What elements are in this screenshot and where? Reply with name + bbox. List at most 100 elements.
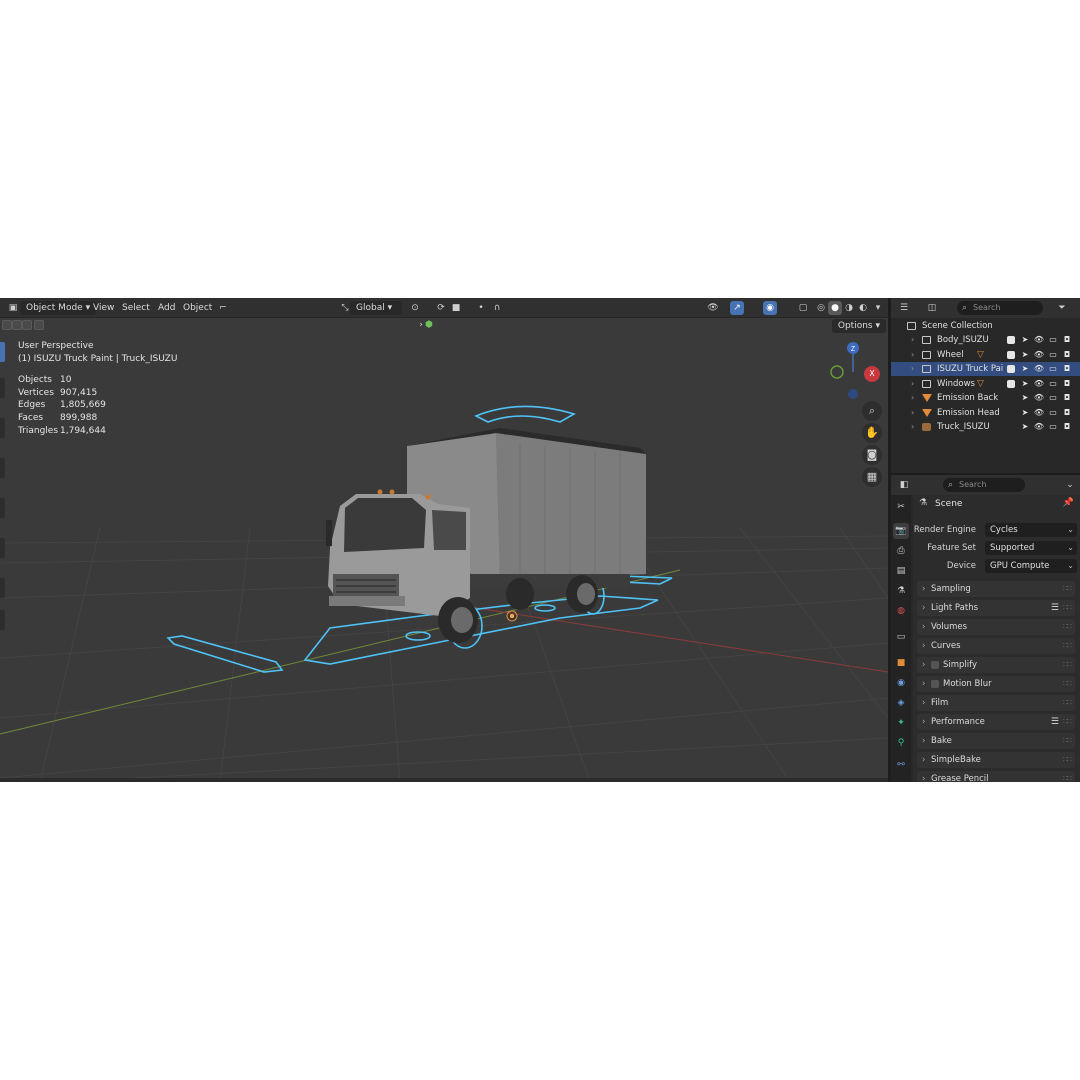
expand-arrow-icon[interactable]: ›: [911, 391, 914, 405]
collection-tab-icon[interactable]: ▭: [893, 629, 909, 645]
particles-tab-icon[interactable]: ◈: [893, 695, 909, 711]
editor-type-icon[interactable]: ▣: [6, 301, 20, 315]
pivot-point-icon[interactable]: ⊙: [408, 301, 422, 315]
panel-section[interactable]: › Motion Blur ∷∷: [917, 676, 1075, 692]
panel-section[interactable]: › Sampling ∷∷: [917, 581, 1075, 597]
world-tab-icon[interactable]: ◍: [893, 603, 909, 619]
expand-arrow-icon[interactable]: ›: [911, 406, 914, 420]
camera-icon[interactable]: ◘: [1061, 406, 1073, 420]
tool-annotate[interactable]: [0, 578, 5, 598]
camera-icon[interactable]: ◘: [1061, 420, 1073, 434]
scene-collection-row[interactable]: Scene Collection: [891, 319, 1080, 333]
section-checkbox[interactable]: [931, 661, 939, 669]
3d-viewport[interactable]: ▣ Object Mode ▾ View Select Add Object ⌐…: [0, 298, 888, 782]
properties-search-input[interactable]: ⌕ Search: [943, 478, 1025, 492]
preset-list-icon[interactable]: ☰: [1051, 714, 1059, 730]
panel-section[interactable]: › Bake ∷∷: [917, 733, 1075, 749]
drag-handle-icon[interactable]: ∷∷: [1063, 619, 1072, 635]
tool-scale[interactable]: [0, 498, 5, 518]
select-mode-subtract-icon[interactable]: [22, 320, 32, 330]
drag-handle-icon[interactable]: ∷∷: [1063, 733, 1072, 749]
outliner-item[interactable]: › Body_ISUZU ➤ 👁 ▭ ◘: [891, 333, 1080, 347]
tool-tab-icon[interactable]: ✂: [893, 499, 909, 515]
shading-options-icon[interactable]: ▾: [871, 301, 885, 315]
field-dropdown[interactable]: Supported ⌄: [985, 541, 1077, 555]
panel-section[interactable]: › Performance ☰ ∷∷: [917, 714, 1075, 730]
orientation-dropdown[interactable]: Global ▾: [350, 301, 402, 315]
monitor-icon[interactable]: ▭: [1047, 348, 1059, 362]
field-dropdown[interactable]: Cycles ⌄: [985, 523, 1077, 537]
monitor-icon[interactable]: ▭: [1047, 420, 1059, 434]
select-arrow-icon[interactable]: ➤: [1019, 377, 1031, 391]
drag-handle-icon[interactable]: ∷∷: [1063, 714, 1072, 730]
display-mode-icon[interactable]: ◫: [925, 301, 939, 315]
monitor-icon[interactable]: ▭: [1047, 391, 1059, 405]
constraints-tab-icon[interactable]: ⚯: [893, 757, 909, 773]
camera-view-icon[interactable]: ◙: [862, 445, 882, 465]
overlay-toggle-icon[interactable]: ◉: [763, 301, 777, 315]
field-dropdown[interactable]: GPU Compute ⌄: [985, 559, 1077, 573]
select-arrow-icon[interactable]: ➤: [1019, 333, 1031, 347]
eye-icon[interactable]: 👁: [1033, 377, 1045, 391]
tool-rotate[interactable]: [0, 458, 5, 478]
menu-select[interactable]: Select: [122, 301, 150, 315]
camera-icon[interactable]: ◘: [1061, 362, 1073, 376]
perspective-toggle-icon[interactable]: ▦: [862, 467, 882, 487]
navigation-gizmo[interactable]: Z: [826, 338, 866, 404]
select-arrow-icon[interactable]: ➤: [1019, 362, 1031, 376]
eye-icon[interactable]: 👁: [1033, 333, 1045, 347]
properties-editor-icon[interactable]: ◧: [897, 478, 911, 492]
material-shading-icon[interactable]: ◑: [842, 301, 856, 315]
drag-handle-icon[interactable]: ∷∷: [1063, 600, 1072, 616]
expand-arrow-icon[interactable]: ›: [911, 333, 914, 347]
camera-icon[interactable]: ◘: [1061, 348, 1073, 362]
visibility-icon[interactable]: 👁: [706, 301, 720, 315]
select-mode-intersect-icon[interactable]: [34, 320, 44, 330]
expand-arrow-icon[interactable]: ›: [911, 348, 914, 362]
select-mode-new-icon[interactable]: [2, 320, 12, 330]
exclude-checkbox[interactable]: [1007, 365, 1015, 373]
filter-icon[interactable]: ⏷: [1055, 301, 1069, 315]
pan-hand-icon[interactable]: ✋: [862, 423, 882, 443]
select-arrow-icon[interactable]: ➤: [1019, 391, 1031, 405]
drag-handle-icon[interactable]: ∷∷: [1063, 581, 1072, 597]
menu-view[interactable]: View: [93, 301, 114, 315]
scene-tab-icon[interactable]: ⚗: [893, 583, 909, 599]
viewport-scene[interactable]: [0, 298, 888, 782]
render-tab-icon[interactable]: 📷: [893, 523, 909, 539]
options-dropdown[interactable]: Options ▾: [831, 319, 886, 333]
xray-toggle-icon[interactable]: ▢: [796, 301, 810, 315]
mode-dropdown[interactable]: Object Mode ▾: [20, 301, 97, 315]
monitor-icon[interactable]: ▭: [1047, 333, 1059, 347]
physics-tab-icon[interactable]: ✦: [893, 715, 909, 731]
preset-list-icon[interactable]: ☰: [1051, 600, 1059, 616]
drag-handle-icon[interactable]: ∷∷: [1063, 695, 1072, 711]
camera-icon[interactable]: ◘: [1061, 377, 1073, 391]
outliner-item[interactable]: › Windows ▽ ➤ 👁 ▭ ◘: [891, 377, 1080, 391]
monitor-icon[interactable]: ▭: [1047, 362, 1059, 376]
eye-icon[interactable]: 👁: [1033, 420, 1045, 434]
snapping-icon[interactable]: ⟳: [434, 301, 448, 315]
panel-section[interactable]: › Film ∷∷: [917, 695, 1075, 711]
tool-transform[interactable]: [0, 538, 5, 558]
exclude-checkbox[interactable]: [1007, 336, 1015, 344]
select-arrow-icon[interactable]: ➤: [1019, 348, 1031, 362]
outliner-item[interactable]: › Truck_ISUZU ➤ 👁 ▭ ◘: [891, 420, 1080, 434]
exclude-checkbox[interactable]: [1007, 350, 1015, 359]
proportional-edit-icon[interactable]: •: [474, 301, 488, 315]
tool-move[interactable]: [0, 418, 5, 438]
zoom-icon[interactable]: ⌕: [862, 401, 882, 421]
panel-section[interactable]: › Curves ∷∷: [917, 638, 1075, 654]
pin-icon[interactable]: 📌: [1063, 498, 1074, 508]
eye-icon[interactable]: 👁: [1033, 391, 1045, 405]
select-arrow-icon[interactable]: ➤: [1019, 420, 1031, 434]
eye-icon[interactable]: 👁: [1033, 406, 1045, 420]
camera-icon[interactable]: ◘: [1061, 333, 1073, 347]
tool-select[interactable]: [0, 342, 5, 362]
view-layer-tab-icon[interactable]: ▤: [893, 563, 909, 579]
camera-icon[interactable]: ◘: [1061, 391, 1073, 405]
eye-icon[interactable]: 👁: [1033, 362, 1045, 376]
select-mode-extend-icon[interactable]: [12, 320, 22, 330]
rendered-shading-icon[interactable]: ◐: [856, 301, 870, 315]
snap-toggle-icon[interactable]: ⌐: [216, 301, 230, 315]
